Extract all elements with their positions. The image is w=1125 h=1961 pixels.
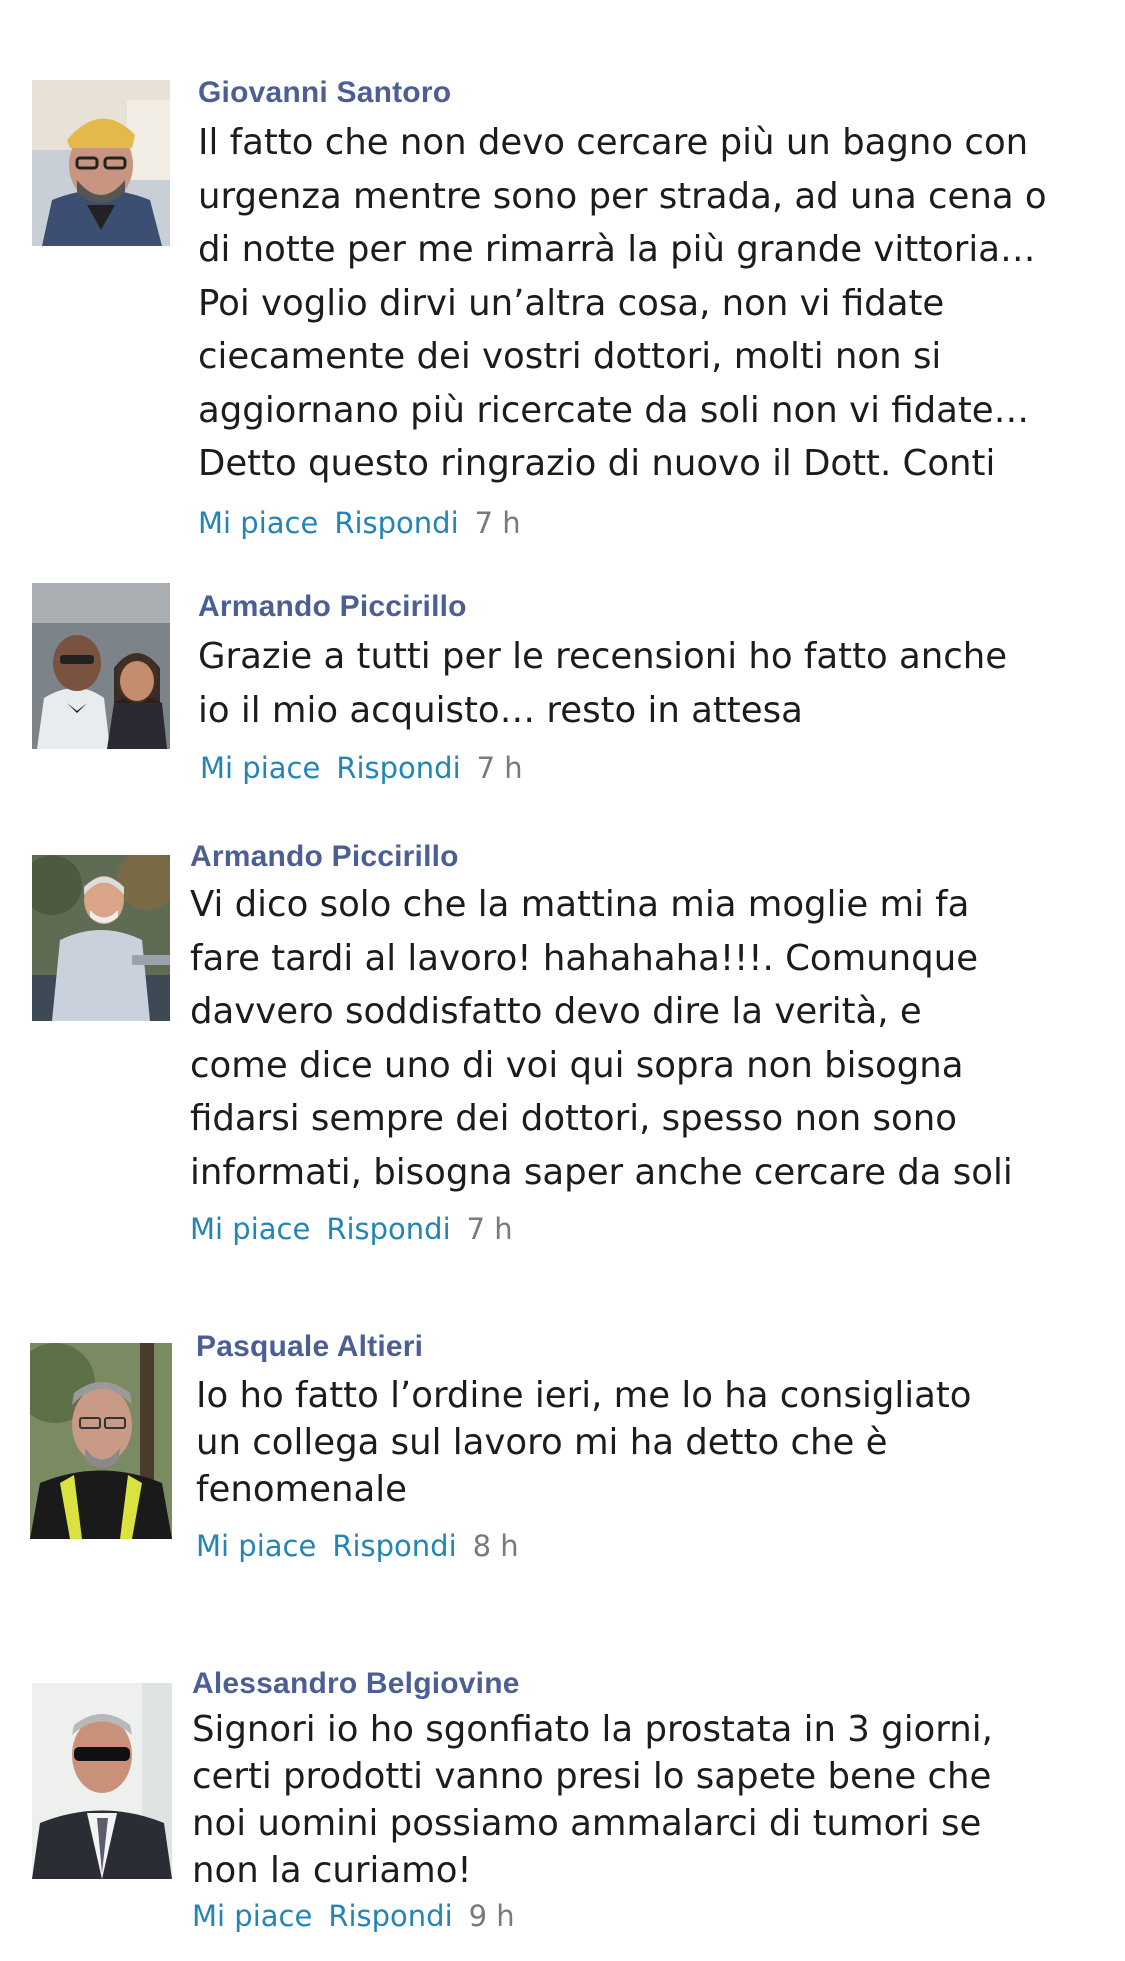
comment-author[interactable]: Pasquale Altieri	[196, 1330, 423, 1364]
like-button[interactable]: Mi piace	[200, 751, 320, 785]
comment-author[interactable]: Armando Piccirillo	[198, 590, 467, 624]
comment-actions: Mi piace Rispondi 7 h	[190, 1212, 513, 1246]
avatar[interactable]	[32, 855, 170, 1021]
comment-author[interactable]: Alessandro Belgiovine	[192, 1667, 520, 1701]
reply-button[interactable]: Rispondi	[332, 1529, 456, 1563]
reply-button[interactable]: Rispondi	[334, 506, 458, 540]
like-button[interactable]: Mi piace	[190, 1212, 310, 1246]
comment-time: 7 h	[476, 751, 523, 785]
comment-text: Io ho fatto l’ordine ieri, me lo ha cons…	[196, 1375, 972, 1510]
like-button[interactable]: Mi piace	[196, 1529, 316, 1563]
comment-text: Signori io ho sgonfiato la prostata in 3…	[192, 1709, 993, 1891]
comment-text: Grazie a tutti per le recensioni ho fatt…	[198, 636, 1008, 731]
comment-actions: Mi piace Rispondi 8 h	[196, 1529, 519, 1563]
avatar[interactable]	[30, 1343, 172, 1539]
comment-actions: Mi piace Rispondi 9 h	[192, 1899, 515, 1933]
like-button[interactable]: Mi piace	[198, 506, 318, 540]
comment-text: Vi dico solo che la mattina mia moglie m…	[190, 884, 1013, 1193]
comment-author[interactable]: Giovanni Santoro	[198, 76, 451, 110]
comment-time: 7 h	[466, 1212, 513, 1246]
reply-button[interactable]: Rispondi	[336, 751, 460, 785]
comment-text: Il fatto che non devo cercare più un bag…	[198, 122, 1047, 484]
comment-time: 8 h	[472, 1529, 519, 1563]
reply-button[interactable]: Rispondi	[328, 1899, 452, 1933]
avatar[interactable]	[32, 80, 170, 246]
comment-time: 7 h	[474, 506, 521, 540]
comment-author[interactable]: Armando Piccirillo	[190, 840, 459, 874]
avatar[interactable]	[32, 1683, 172, 1879]
reply-button[interactable]: Rispondi	[326, 1212, 450, 1246]
comment-actions: Mi piace Rispondi 7 h	[200, 751, 523, 785]
comment-actions: Mi piace Rispondi 7 h	[198, 506, 521, 540]
avatar[interactable]	[32, 583, 170, 749]
comment-time: 9 h	[468, 1899, 515, 1933]
like-button[interactable]: Mi piace	[192, 1899, 312, 1933]
